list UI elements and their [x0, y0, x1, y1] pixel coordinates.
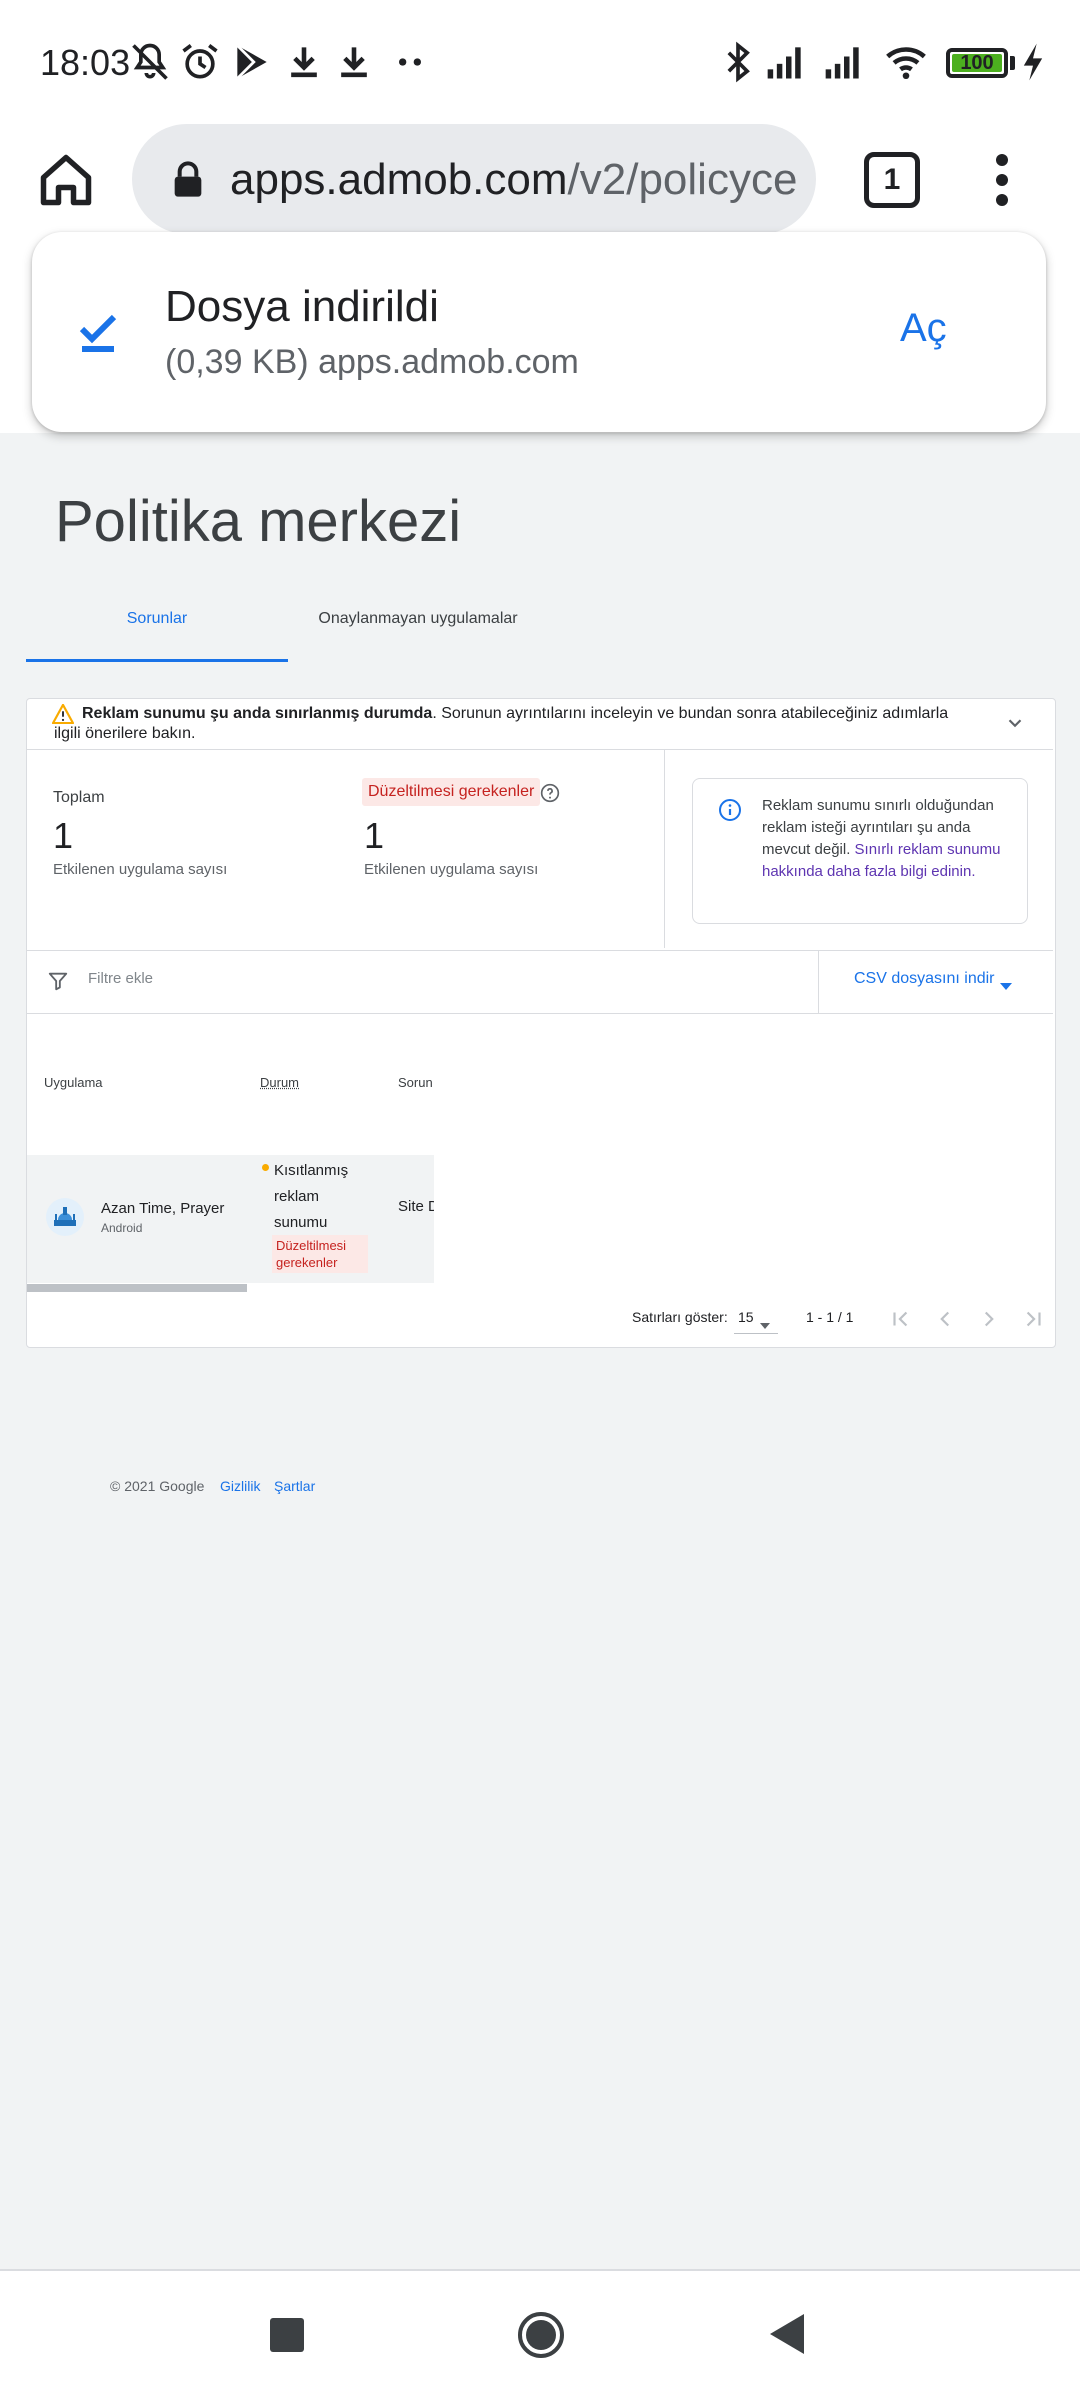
browser-menu-button[interactable]: [990, 150, 1014, 210]
first-page-icon[interactable]: [888, 1306, 914, 1332]
app-name[interactable]: Azan Time, Prayer: [101, 1200, 241, 1217]
last-page-icon[interactable]: [1020, 1306, 1046, 1332]
info-icon: [718, 798, 742, 822]
wifi-icon: [884, 40, 928, 84]
url-path: /v2/policycenter: [567, 155, 800, 204]
recents-button[interactable]: [270, 2318, 304, 2352]
app-platform: Android: [101, 1221, 143, 1235]
alert-text: Reklam sunumu şu anda sınırlanmış durumd…: [54, 704, 954, 744]
toast-title: Dosya indirildi: [165, 282, 439, 331]
warning-icon: [51, 703, 75, 725]
home-circle-icon: [518, 2312, 564, 2358]
total-sublabel: Etkilenen uygulama sayısı: [53, 861, 228, 878]
total-value: 1: [53, 815, 74, 856]
column-header-status[interactable]: Durum: [260, 1075, 299, 1090]
battery-indicator: 100: [946, 48, 1008, 78]
total-label: Toplam: [53, 789, 105, 806]
alert-bold-text: Reklam sunumu şu anda sınırlanmış durumd…: [82, 705, 433, 722]
download-complete-toast: [32, 232, 1046, 432]
summary-divider: [664, 750, 665, 948]
issue-text: Site D... Gezin...: [398, 1198, 434, 1215]
download-icon: [332, 40, 376, 84]
table-row[interactable]: [27, 1155, 434, 1283]
home-icon: [40, 154, 92, 206]
tab-issues[interactable]: Sorunlar: [26, 610, 288, 662]
status-text: Kısıtlanmış reklam sunumu: [274, 1162, 349, 1231]
help-icon[interactable]: [540, 783, 560, 803]
rows-per-page-label: Satırları göster:: [632, 1309, 728, 1325]
needs-fix-value: 1: [364, 815, 385, 856]
rows-per-page-select[interactable]: 15: [738, 1309, 754, 1325]
tab-switcher-button[interactable]: 1: [864, 152, 920, 208]
battery-level: 100: [960, 52, 994, 74]
page-range: 1 - 1 / 1: [806, 1309, 854, 1325]
open-file-button[interactable]: Aç: [900, 306, 947, 351]
tab-unapproved-apps[interactable]: Onaylanmayan uygulamalar: [300, 610, 536, 662]
chevron-down-icon[interactable]: [1004, 712, 1026, 734]
url-text[interactable]: apps.admob.com/v2/policycenter: [230, 152, 800, 208]
signal-icon: [764, 40, 808, 84]
filter-input[interactable]: Filtre ekle: [88, 970, 153, 987]
footer-privacy-link[interactable]: Gizlilik: [220, 1478, 260, 1494]
bell-off-icon: [128, 40, 172, 84]
page-title: Politika merkezi: [55, 489, 462, 554]
status-chip: Düzeltilmesi gerekenler: [272, 1235, 368, 1273]
next-page-icon[interactable]: [976, 1306, 1002, 1332]
toast-subtitle: (0,39 KB) apps.admob.com: [165, 343, 579, 381]
battery-tip: [1010, 56, 1015, 70]
column-header-app[interactable]: Uygulama: [44, 1075, 103, 1090]
rows-select-underline: [734, 1333, 778, 1334]
needs-fix-label: Düzeltilmesi gerekenler: [362, 778, 541, 806]
alarm-icon: [178, 40, 222, 84]
csv-divider: [818, 951, 819, 1013]
charging-icon: [1018, 40, 1048, 84]
back-button[interactable]: [768, 2312, 806, 2356]
lock-icon[interactable]: [168, 160, 208, 200]
app-mosque-icon: [46, 1198, 84, 1236]
download-icon: [282, 40, 326, 84]
info-text: Reklam sunumu sınırlı olduğundan reklam …: [762, 795, 1012, 883]
horizontal-scrollbar[interactable]: [27, 1284, 247, 1292]
footer-copyright: © 2021 Google: [110, 1478, 205, 1494]
home-button[interactable]: [36, 150, 96, 210]
signal-icon: [822, 40, 866, 84]
home-nav-button[interactable]: [516, 2310, 566, 2360]
download-csv-button[interactable]: CSV dosyasını indir: [854, 970, 995, 988]
caret-down-icon[interactable]: [760, 1316, 770, 1329]
needs-fix-sublabel: Etkilenen uygulama sayısı: [364, 861, 539, 878]
active-tab-indicator: [26, 659, 288, 662]
caret-down-icon[interactable]: [1000, 978, 1012, 990]
status-dot: [262, 1164, 269, 1171]
status-clock: 18:03: [40, 42, 131, 83]
column-header-issue[interactable]: Sorun: [398, 1075, 433, 1090]
url-host: apps.admob.com: [230, 155, 568, 204]
bluetooth-icon: [716, 40, 760, 84]
previous-page-icon[interactable]: [932, 1306, 958, 1332]
play-store-icon: [230, 40, 274, 84]
footer-terms-link[interactable]: Şartlar: [274, 1478, 315, 1494]
more-dots-icon: [388, 40, 432, 84]
download-done-icon: [74, 306, 122, 356]
back-triangle-icon: [770, 2314, 804, 2354]
filter-icon[interactable]: [47, 970, 69, 992]
more-vert-icon: [996, 154, 1008, 206]
